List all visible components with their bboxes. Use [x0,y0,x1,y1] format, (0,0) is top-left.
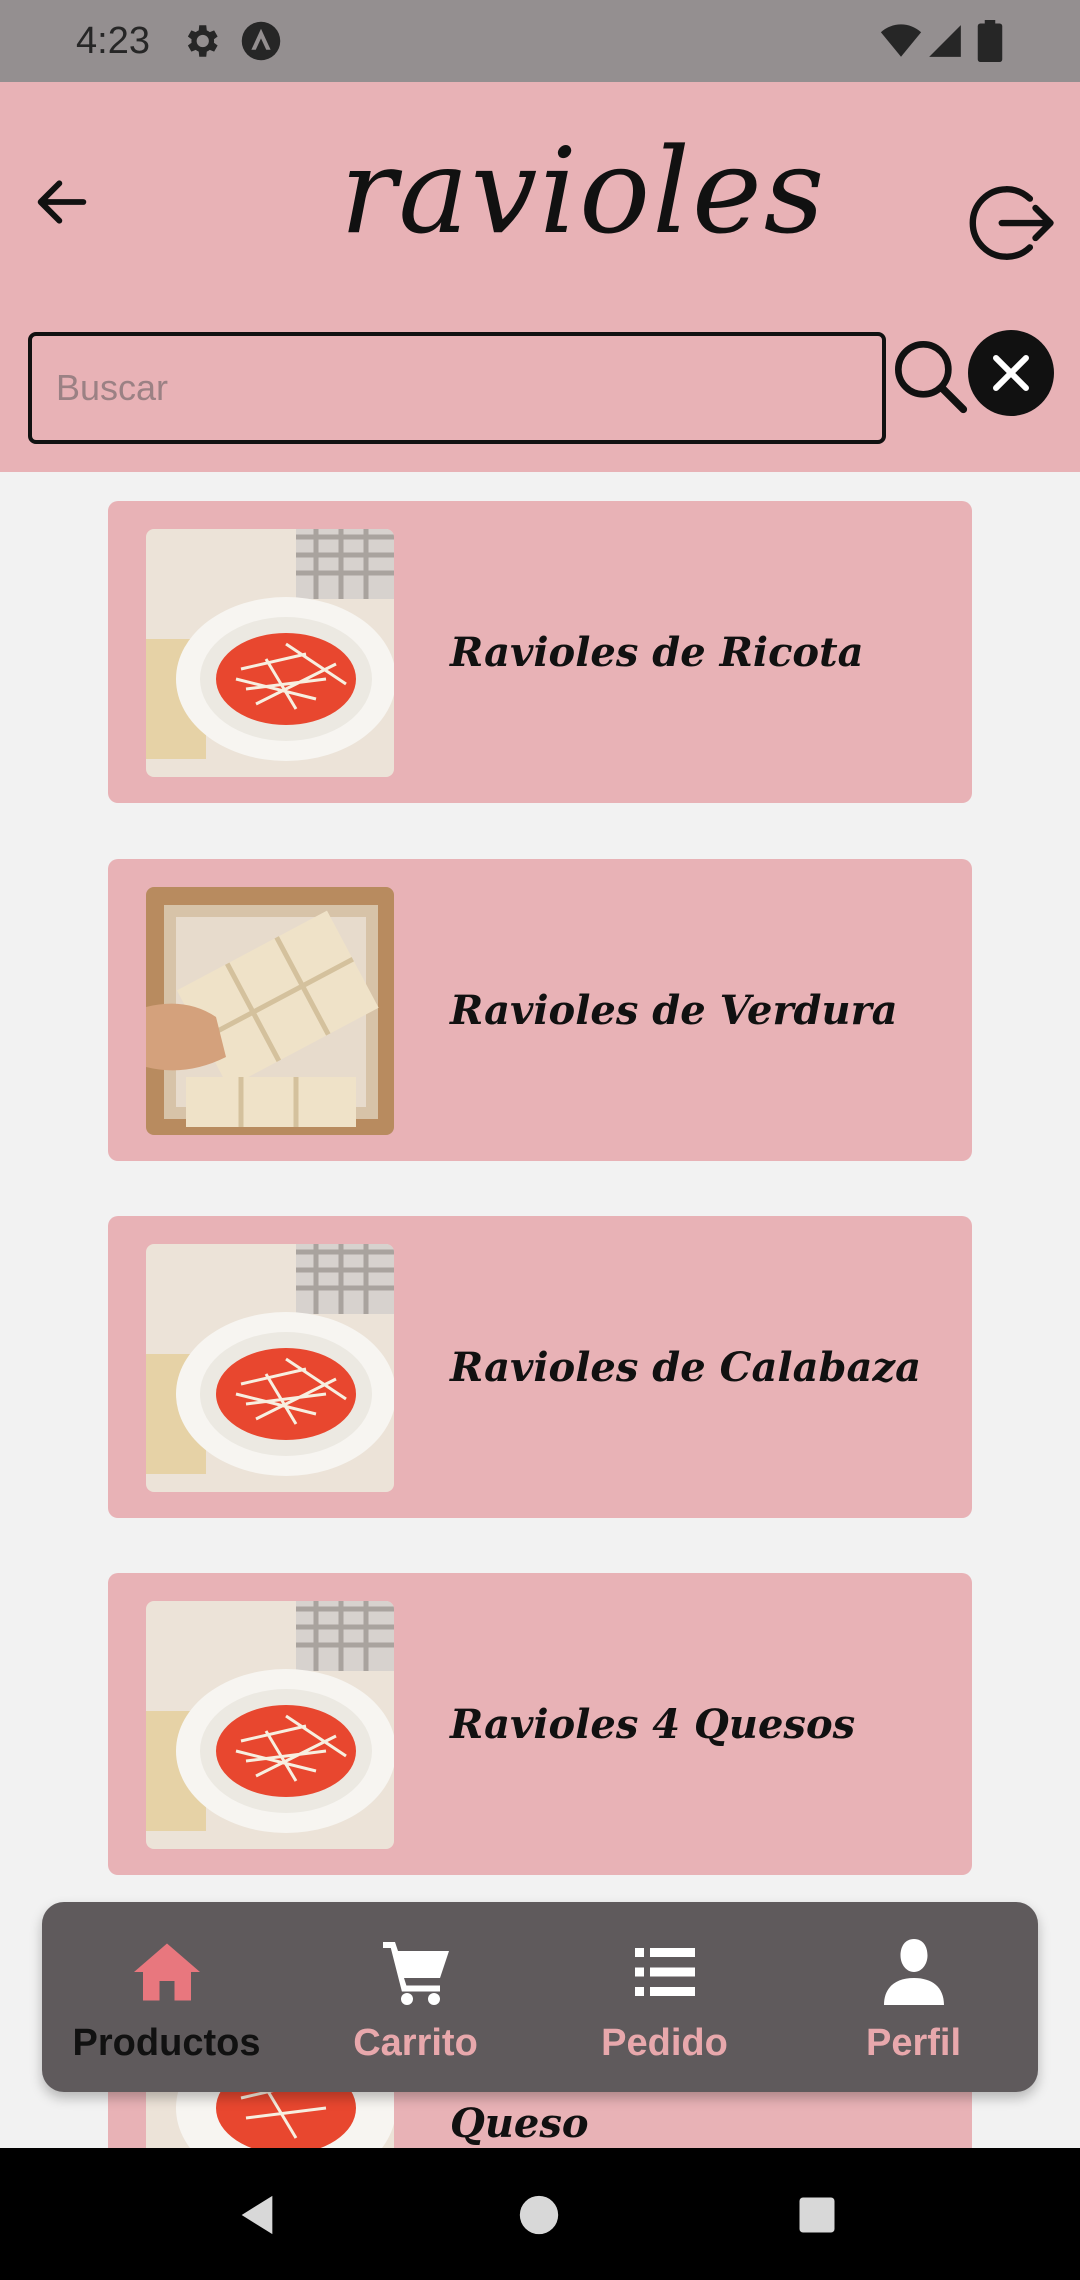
nav-item-productos[interactable]: Productos [42,1902,291,2092]
search-icon[interactable] [890,336,970,416]
nav-label: Perfil [865,2022,962,2064]
ravioli-tomato-plate-image [146,1244,394,1492]
fresh-ravioli-sheet-image [146,887,394,1135]
signal-icon [929,25,961,57]
list-icon [634,1948,695,1996]
app-header: ravioles [0,82,1080,472]
product-name: Ravioles 4 Quesos [450,1700,856,1748]
ravioli-tomato-plate-image [146,1601,394,1849]
product-name: Ravioles de Calabaza [450,1343,922,1391]
nav-item-perfil[interactable]: Perfil [789,1902,1038,2092]
system-back-icon[interactable] [234,2192,280,2238]
nav-item-carrito[interactable]: Carrito [291,1902,540,2092]
clear-search-button[interactable] [968,330,1054,416]
app-badge-icon [241,21,281,61]
nav-label: Pedido [601,2022,728,2064]
wifi-icon [880,24,922,57]
home-icon [133,1943,200,2001]
search-field [28,332,886,444]
search-input[interactable] [32,336,882,440]
product-name: Ravioles de Ricota [450,628,864,676]
user-icon [883,1939,944,2005]
nav-label: Carrito [353,2022,478,2064]
nav-item-pedido[interactable]: Pedido [540,1902,789,2092]
close-icon [993,355,1029,391]
page-title: ravioles [340,122,827,260]
status-bar: 4:23 [0,0,1080,82]
product-card[interactable]: Ravioles de Ricota [108,501,972,803]
product-card[interactable]: Ravioles de Verdura [108,859,972,1161]
product-card[interactable]: Ravioles de Calabaza [108,1216,972,1518]
settings-icon [187,25,218,57]
product-name: Ravioles de Verdura [450,986,898,1034]
nav-label: Productos [72,2022,261,2064]
system-navigation-bar [0,2148,1080,2280]
system-home-icon[interactable] [516,2192,562,2238]
product-card[interactable]: Ravioles 4 Quesos [108,1573,972,1875]
product-list: Ravioles de Ricota Ravioles de Verdura R… [0,472,1080,2148]
bottom-navigation: Productos Carrito Pedido Perfil [42,1902,1038,2092]
cart-icon [382,1942,449,2005]
back-arrow-icon[interactable] [30,170,94,234]
ravioli-tomato-plate-image [146,529,394,777]
logout-icon[interactable] [968,178,1058,268]
status-time: 4:23 [76,20,150,62]
battery-icon [977,20,1003,62]
system-recents-icon[interactable] [796,2194,838,2236]
